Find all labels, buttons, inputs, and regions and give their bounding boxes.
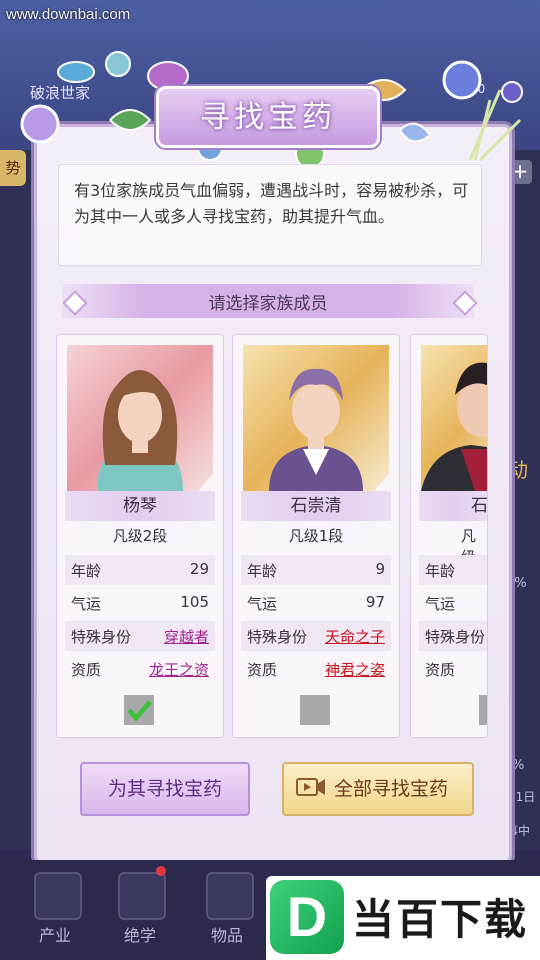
identity-link[interactable]: 穿越者 — [164, 626, 209, 647]
member-name: 石崇清 — [241, 491, 391, 521]
luck-row: 气运 97 — [241, 588, 391, 618]
member-card[interactable]: 杨琴 凡级2段 年龄 29 气运 105 特殊身份 穿越者 资质 龙王之资 — [56, 334, 224, 738]
luck-row: 气运 — [419, 588, 487, 618]
member-rank: 凡级1段 — [288, 527, 344, 545]
aptitude-label: 资质 — [71, 661, 102, 679]
bag-icon — [206, 872, 254, 920]
aptitude-row: 资质 神君之姿 — [241, 654, 391, 684]
logo-d-icon: D — [270, 880, 344, 954]
member-checkbox[interactable] — [479, 695, 487, 725]
notification-dot — [156, 866, 166, 876]
member-portrait — [421, 345, 487, 491]
checkmark-icon — [127, 700, 152, 722]
aptitude-row: 资质 龙王之资 — [65, 654, 215, 684]
member-portrait — [67, 345, 213, 491]
woman-portrait-icon — [97, 370, 183, 491]
video-camera-icon — [296, 778, 325, 796]
identity-row: 特殊身份 天命之子 — [241, 621, 391, 651]
luck-label: 气运 — [425, 595, 456, 613]
age-row: 年龄 — [419, 555, 487, 585]
member-checkbox[interactable] — [124, 695, 154, 725]
member-rank: 凡级2段 — [112, 527, 168, 545]
nav-item-items[interactable]: 物品 — [187, 922, 267, 946]
dialog-title: 寻找宝药 — [200, 100, 336, 135]
man-portrait-icon — [421, 362, 487, 491]
side-text-4: 11日 — [508, 790, 536, 804]
age-row: 年龄 9 — [241, 555, 391, 585]
identity-row: 特殊身份 — [419, 621, 487, 651]
age-label: 年龄 — [247, 562, 278, 580]
select-header-text: 请选择家族成员 — [208, 294, 328, 314]
luck-value: 97 — [365, 593, 385, 611]
member-name: 石 — [419, 491, 487, 521]
identity-row: 特殊身份 穿越者 — [65, 621, 215, 651]
aptitude-link[interactable]: 神君之姿 — [325, 659, 385, 680]
side-text-3: % — [512, 758, 525, 773]
age-label: 年龄 — [71, 562, 102, 580]
member-card[interactable]: 石崇清 凡级1段 年龄 9 气运 97 特殊身份 天命之子 资质 神君之姿 — [232, 334, 400, 738]
luck-value: 105 — [180, 593, 209, 611]
aptitude-label: 资质 — [425, 661, 456, 679]
member-name: 杨琴 — [65, 491, 215, 521]
identity-label: 特殊身份 — [425, 628, 486, 646]
identity-label: 特殊身份 — [71, 628, 132, 646]
description-text: 有3位家族成员气血偏弱，遭遇战斗时，容易被秒杀，可为其中一人或多人寻找宝药，助其… — [74, 181, 469, 226]
luck-row: 气运 105 — [65, 588, 215, 618]
age-value: 9 — [375, 560, 385, 578]
age-label: 年龄 — [425, 562, 456, 580]
member-card[interactable]: 石 凡级 年龄 气运 特殊身份 资质 — [410, 334, 488, 738]
left-side-panel — [0, 150, 34, 850]
search-one-label: 为其寻找宝药 — [107, 778, 222, 800]
logo-text: 当百下载 — [352, 895, 529, 944]
aptitude-link[interactable]: 龙王之资 — [149, 659, 209, 680]
identity-link[interactable]: 天命之子 — [325, 626, 385, 647]
building-icon — [34, 872, 82, 920]
luck-label: 气运 — [71, 595, 102, 613]
nav-item-industry[interactable]: 产业 — [15, 922, 95, 946]
identity-label: 特殊身份 — [247, 628, 308, 646]
member-checkbox[interactable] — [300, 695, 330, 725]
book-icon — [118, 872, 166, 920]
nav-item-skills[interactable]: 绝学 — [100, 922, 180, 946]
aptitude-row: 资质 — [419, 654, 487, 684]
aptitude-label: 资质 — [247, 661, 278, 679]
boy-portrait-icon — [269, 368, 363, 491]
search-all-label: 全部寻找宝药 — [334, 778, 449, 800]
age-value: 29 — [189, 560, 209, 578]
member-portrait — [243, 345, 389, 491]
luck-label: 气运 — [247, 595, 278, 613]
age-row: 年龄 29 — [65, 555, 215, 585]
